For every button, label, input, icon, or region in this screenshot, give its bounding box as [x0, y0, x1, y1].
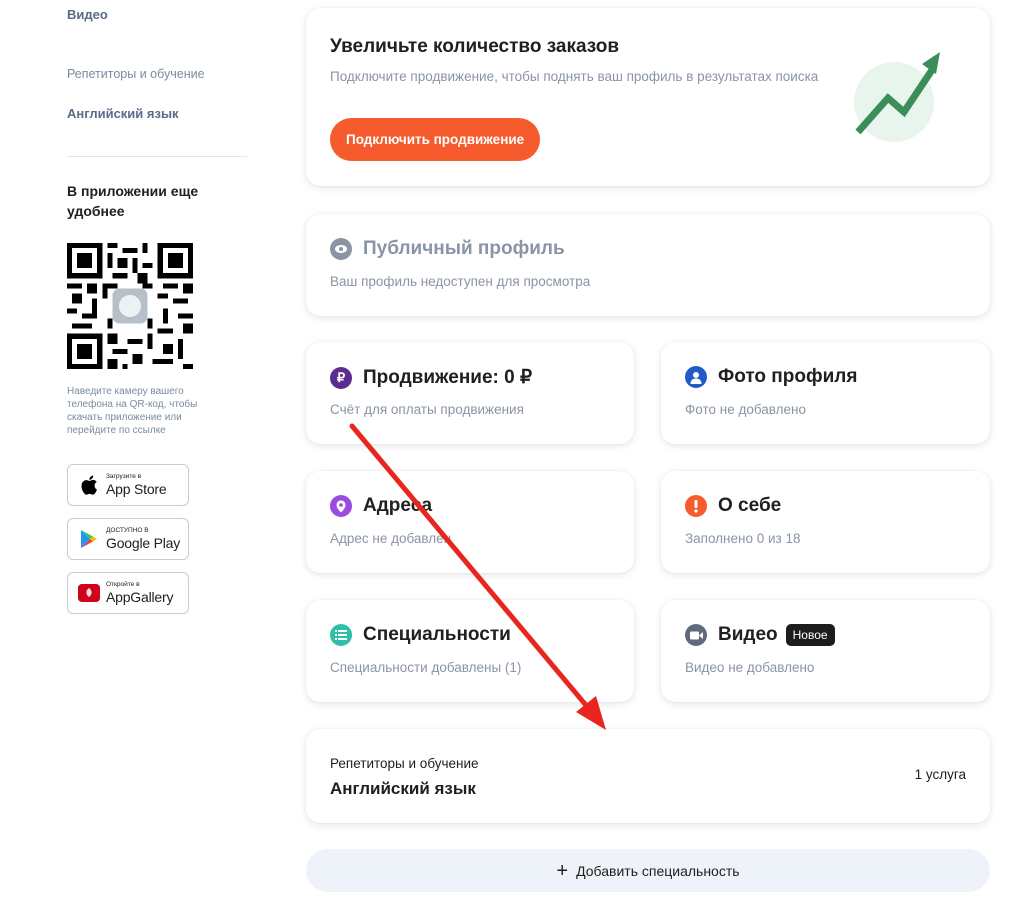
sidebar-link-english[interactable]: Английский язык: [67, 106, 179, 121]
addresses-label: Адреса: [363, 495, 433, 516]
profile-photo-card[interactable]: Фото профиля Фото не добавлено: [661, 342, 990, 444]
sidebar-divider: [67, 156, 247, 157]
addresses-title: Адреса: [330, 495, 432, 517]
add-specialty-label: Добавить специальность: [576, 862, 740, 879]
appgallery-caption: Откройте в: [106, 580, 140, 588]
new-badge: Новое: [785, 624, 835, 646]
promotion-balance-label: Продвижение: 0 ₽: [363, 367, 533, 388]
addresses-subtitle: Адрес не добавлен: [330, 531, 452, 546]
app-store-button[interactable]: Загрузите в App Store: [67, 464, 189, 506]
connect-promotion-button[interactable]: Подключить продвижение: [330, 118, 541, 161]
huawei-icon: [78, 582, 100, 604]
google-play-label: Google Play: [106, 535, 181, 552]
about-me-title: О себе: [685, 495, 781, 517]
eye-icon: [330, 238, 352, 260]
specialties-subtitle: Специальности добавлены (1): [330, 660, 522, 675]
app-promo-title: В приложении еще удобнее: [67, 183, 199, 219]
public-profile-card[interactable]: Публичный профиль Ваш профиль недоступен…: [306, 214, 990, 316]
specialties-title: Специальности: [330, 624, 511, 646]
video-subtitle: Видео не добавлено: [685, 660, 815, 675]
info-icon: [685, 495, 707, 517]
google-play-button[interactable]: ДОСТУПНО В Google Play: [67, 518, 189, 560]
app-store-label: App Store: [106, 481, 167, 498]
app-store-caption: Загрузите в: [106, 472, 142, 480]
promotion-balance-card[interactable]: ₽ Продвижение: 0 ₽ Счёт для оплаты продв…: [306, 342, 634, 444]
about-me-subtitle: Заполнено 0 из 18: [685, 531, 801, 546]
promo-description: Подключите продвижение, чтобы поднять ва…: [330, 69, 819, 84]
growth-chart-icon: [854, 52, 940, 142]
specialty-category: Репетиторы и обучение: [330, 756, 479, 771]
video-label: Видео: [718, 624, 778, 645]
specialties-card[interactable]: Специальности Специальности добавлены (1…: [306, 600, 634, 702]
plus-icon: +: [556, 859, 569, 882]
promo-title: Увеличьте количество заказов: [330, 36, 620, 57]
qr-hint: Наведите камеру вашего телефона на QR-ко…: [67, 386, 198, 436]
sidebar-category: Репетиторы и обучение: [67, 67, 205, 81]
public-profile-title: Публичный профиль: [330, 238, 565, 260]
profile-photo-subtitle: Фото не добавлено: [685, 402, 807, 417]
appgallery-label: AppGallery: [106, 589, 174, 606]
video-title: Видео Новое: [685, 624, 835, 646]
location-pin-icon: [330, 495, 352, 517]
public-profile-label: Публичный профиль: [363, 238, 565, 259]
google-play-caption: ДОСТУПНО В: [106, 526, 149, 534]
ruble-icon: ₽: [330, 366, 352, 389]
user-icon: [685, 366, 707, 388]
about-me-card[interactable]: О себе Заполнено 0 из 18: [661, 471, 990, 573]
public-profile-subtitle: Ваш профиль недоступен для просмотра: [330, 274, 591, 289]
promotion-balance-subtitle: Счёт для оплаты продвижения: [330, 402, 524, 417]
about-me-label: О себе: [718, 495, 782, 516]
addresses-card[interactable]: Адреса Адрес не добавлен: [306, 471, 634, 573]
video-camera-icon: [685, 624, 707, 646]
promotion-banner: Увеличьте количество заказов Подключите …: [306, 8, 990, 186]
add-specialty-button[interactable]: + Добавить специальность: [306, 849, 990, 892]
specialty-name: Английский язык: [330, 779, 476, 798]
appgallery-button[interactable]: Откройте в AppGallery: [67, 572, 189, 614]
specialties-label: Специальности: [363, 624, 511, 645]
specialty-service-count: 1 услуга: [914, 767, 966, 782]
specialty-item-card[interactable]: Репетиторы и обучение Английский язык 1 …: [306, 729, 990, 823]
list-icon: [330, 624, 352, 646]
profile-photo-label: Фото профиля: [718, 366, 858, 387]
qr-code: [67, 243, 193, 369]
profile-photo-title: Фото профиля: [685, 366, 857, 388]
promotion-balance-title: ₽ Продвижение: 0 ₽: [330, 366, 532, 389]
google-play-icon: [78, 528, 100, 550]
video-card[interactable]: Видео Новое Видео не добавлено: [661, 600, 990, 702]
sidebar-link-video[interactable]: Видео: [67, 7, 108, 22]
apple-icon: [78, 474, 100, 496]
